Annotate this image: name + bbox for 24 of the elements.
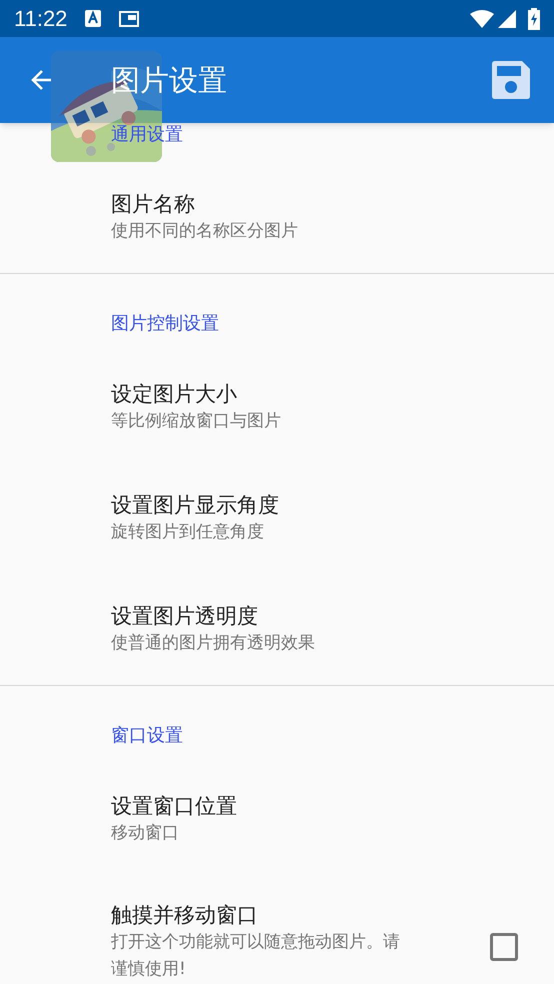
setting-title[interactable]: 图片名称 [111,190,298,218]
toolbar-title: 图片设置 [111,66,227,94]
status-time: 11:22 [14,8,68,30]
text-a-icon [85,10,102,27]
setting-summary: 打开这个功能就可以随意拖动图片。请谨慎使用! [111,931,401,981]
battery-icon [528,8,540,30]
setting-summary: 移动窗口 [111,822,180,845]
wifi-icon [470,10,494,28]
category-header: 图片控制设置 [111,312,220,336]
signal-icon [498,10,516,28]
setting-title[interactable]: 设置图片透明度 [111,602,315,630]
save-icon[interactable] [492,61,530,99]
setting-title[interactable]: 设置窗口位置 [111,792,237,820]
setting-title[interactable]: 触摸并移动窗口 [111,901,403,929]
setting-summary: 旋转图片到任意角度 [111,521,265,544]
setting-title[interactable]: 设置图片显示角度 [111,491,279,519]
setting-summary: 使普通的图片拥有透明效果 [111,632,315,655]
setting-title[interactable]: 设定图片大小 [111,380,281,408]
setting-summary: 使用不同的名称区分图片 [111,220,298,243]
picture-in-picture-icon [119,10,140,26]
setting-summary: 等比例缩放窗口与图片 [111,410,281,433]
checkbox[interactable] [490,933,518,961]
category-header: 窗口设置 [111,724,184,748]
back-icon[interactable] [30,68,54,92]
